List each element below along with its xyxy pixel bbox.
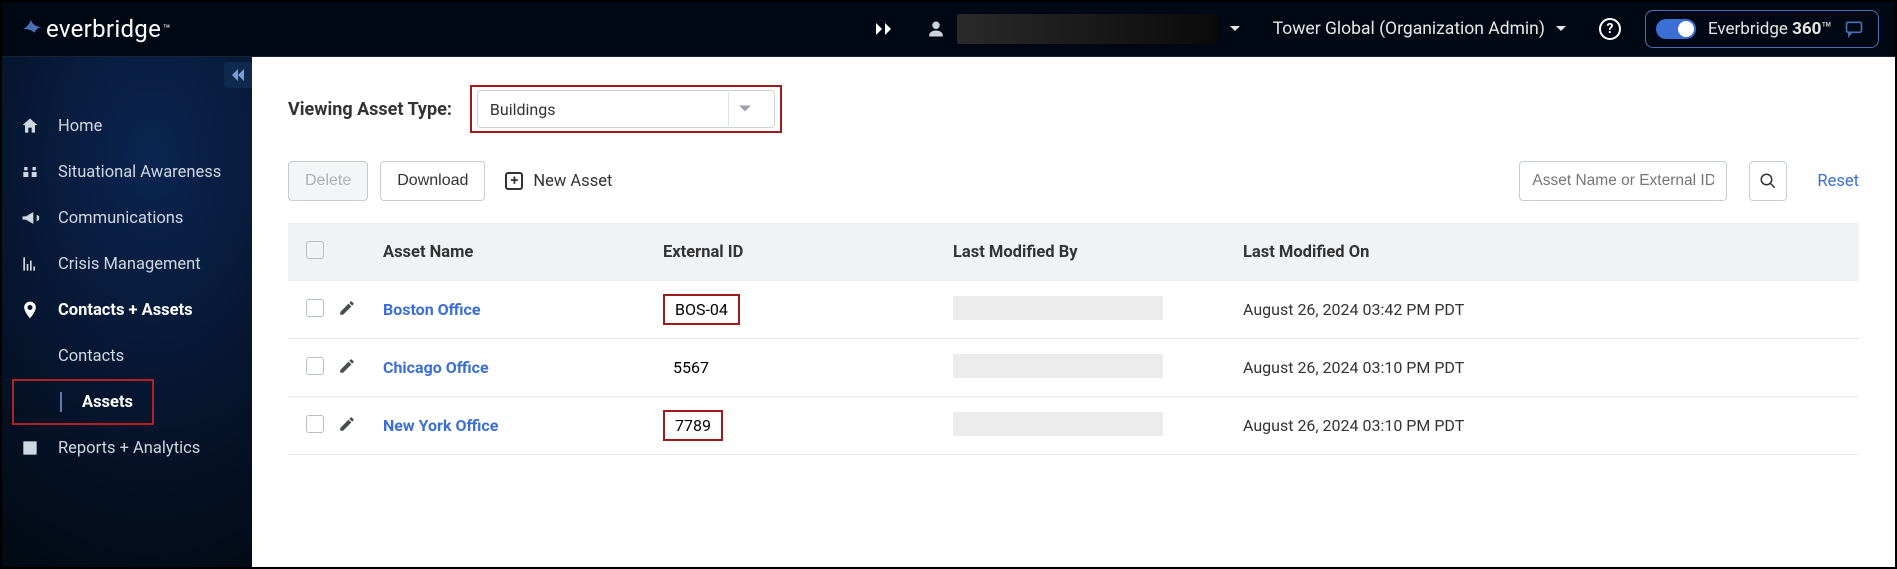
modified-by	[953, 412, 1243, 440]
brand-bird-icon	[20, 18, 44, 40]
col-modified-by: Last Modified By	[953, 243, 1243, 262]
caret-down-icon	[1229, 23, 1241, 35]
collapse-sidebar-button[interactable]	[224, 62, 252, 88]
mode-switch[interactable]: Everbridge 360™	[1645, 10, 1879, 48]
megaphone-icon	[20, 208, 40, 228]
row-checkbox[interactable]	[306, 357, 324, 375]
modified-by	[953, 296, 1243, 324]
top-bar: everbridge™ Tower Global (Organization A…	[2, 2, 1895, 57]
reset-link[interactable]: Reset	[1817, 172, 1859, 191]
asset-type-select[interactable]: Buildings	[470, 85, 782, 133]
row-checkbox[interactable]	[306, 299, 324, 317]
modified-on: August 26, 2024 03:10 PM PDT	[1243, 358, 1533, 377]
binoculars-icon	[20, 162, 40, 182]
external-id: 5567	[663, 354, 953, 381]
top-more[interactable]	[859, 2, 911, 56]
search-button[interactable]	[1749, 161, 1787, 201]
sidebar-item-label: Home	[58, 117, 102, 136]
edit-icon[interactable]	[338, 357, 356, 375]
main-content: Viewing Asset Type: Buildings Delete Dow…	[252, 57, 1895, 567]
edit-icon[interactable]	[338, 299, 356, 317]
asset-name-link[interactable]: Chicago Office	[383, 358, 663, 377]
edit-icon[interactable]	[338, 415, 356, 433]
search-input[interactable]	[1519, 161, 1727, 201]
toggle-icon[interactable]	[1656, 19, 1696, 39]
table-row: New York Office7789 August 26, 2024 03:10…	[288, 397, 1859, 455]
redacted-value	[953, 412, 1163, 436]
sidebar-item-label: Reports + Analytics	[58, 439, 200, 458]
home-icon	[20, 116, 40, 136]
sidebar-sub-label: Contacts	[58, 347, 124, 366]
new-asset-button[interactable]: + New Asset	[505, 172, 612, 191]
redacted-value	[953, 296, 1163, 320]
brand-name: everbridge	[46, 15, 161, 43]
select-value: Buildings	[490, 100, 728, 119]
chart-icon	[20, 254, 40, 274]
chevrons-right-icon	[875, 22, 895, 36]
col-external-id: External ID	[663, 243, 953, 262]
sidebar-item-communications[interactable]: Communications	[2, 195, 252, 241]
caret-down-icon	[1555, 23, 1567, 35]
user-name-redacted	[957, 14, 1217, 44]
sidebar-item-label: Communications	[58, 209, 183, 228]
col-modified-on: Last Modified On	[1243, 243, 1533, 262]
table-header: Asset Name External ID Last Modified By …	[288, 223, 1859, 281]
asset-name-link[interactable]: Boston Office	[383, 300, 663, 319]
org-menu[interactable]: Tower Global (Organization Admin)	[1257, 2, 1583, 56]
sidebar-sub-label: Assets	[82, 393, 133, 412]
brand-tm: ™	[163, 22, 171, 36]
chevrons-left-icon	[231, 69, 245, 81]
mode-label: Everbridge 360™	[1708, 19, 1832, 39]
delete-button: Delete	[288, 161, 368, 201]
external-id: 7789	[663, 410, 953, 441]
row-checkbox[interactable]	[306, 415, 324, 433]
org-name: Tower Global (Organization Admin)	[1273, 19, 1545, 39]
active-bar-icon	[60, 392, 62, 412]
report-icon	[20, 438, 40, 458]
sidebar-item-reports[interactable]: Reports + Analytics	[2, 425, 252, 471]
pin-icon	[20, 300, 40, 320]
table-row: Chicago Office5567 August 26, 2024 03:10 …	[288, 339, 1859, 397]
modified-on: August 26, 2024 03:10 PM PDT	[1243, 416, 1533, 435]
modified-on: August 26, 2024 03:42 PM PDT	[1243, 300, 1533, 319]
filter-label: Viewing Asset Type:	[288, 99, 452, 120]
assets-table: Asset Name External ID Last Modified By …	[288, 223, 1859, 455]
sidebar-sub-assets[interactable]: Assets	[12, 379, 154, 425]
sidebar-item-home[interactable]: Home	[2, 103, 252, 149]
asset-name-link[interactable]: New York Office	[383, 416, 663, 435]
sidebar-item-contacts-assets[interactable]: Contacts + Assets	[2, 287, 252, 333]
sidebar-item-crisis[interactable]: Crisis Management	[2, 241, 252, 287]
sidebar-item-label: Situational Awareness	[58, 163, 221, 182]
sidebar-item-label: Crisis Management	[58, 255, 201, 274]
plus-icon: +	[505, 172, 523, 190]
chat-icon	[1844, 19, 1864, 39]
new-asset-label: New Asset	[533, 172, 612, 191]
chevron-down-icon	[728, 90, 762, 128]
sidebar-item-label: Contacts + Assets	[58, 301, 193, 320]
question-icon: ?	[1599, 18, 1621, 40]
table-row: Boston OfficeBOS-04 August 26, 2024 03:42…	[288, 281, 1859, 339]
user-menu[interactable]	[911, 2, 1257, 56]
redacted-value	[953, 354, 1163, 378]
search-icon	[1759, 172, 1777, 190]
external-id: BOS-04	[663, 294, 953, 325]
user-icon	[927, 20, 945, 38]
help-button[interactable]: ?	[1583, 2, 1637, 56]
toolbar: Delete Download + New Asset Reset	[288, 161, 1859, 201]
sidebar-item-situational[interactable]: Situational Awareness	[2, 149, 252, 195]
sidebar-sub-contacts[interactable]: Contacts	[2, 333, 252, 379]
filter-row: Viewing Asset Type: Buildings	[288, 85, 1859, 133]
col-asset-name: Asset Name	[383, 243, 663, 262]
sidebar: Home Situational Awareness Communication…	[2, 57, 252, 567]
select-all-checkbox[interactable]	[306, 241, 324, 259]
brand-logo[interactable]: everbridge™	[2, 15, 189, 43]
download-button[interactable]: Download	[380, 161, 485, 201]
modified-by	[953, 354, 1243, 382]
